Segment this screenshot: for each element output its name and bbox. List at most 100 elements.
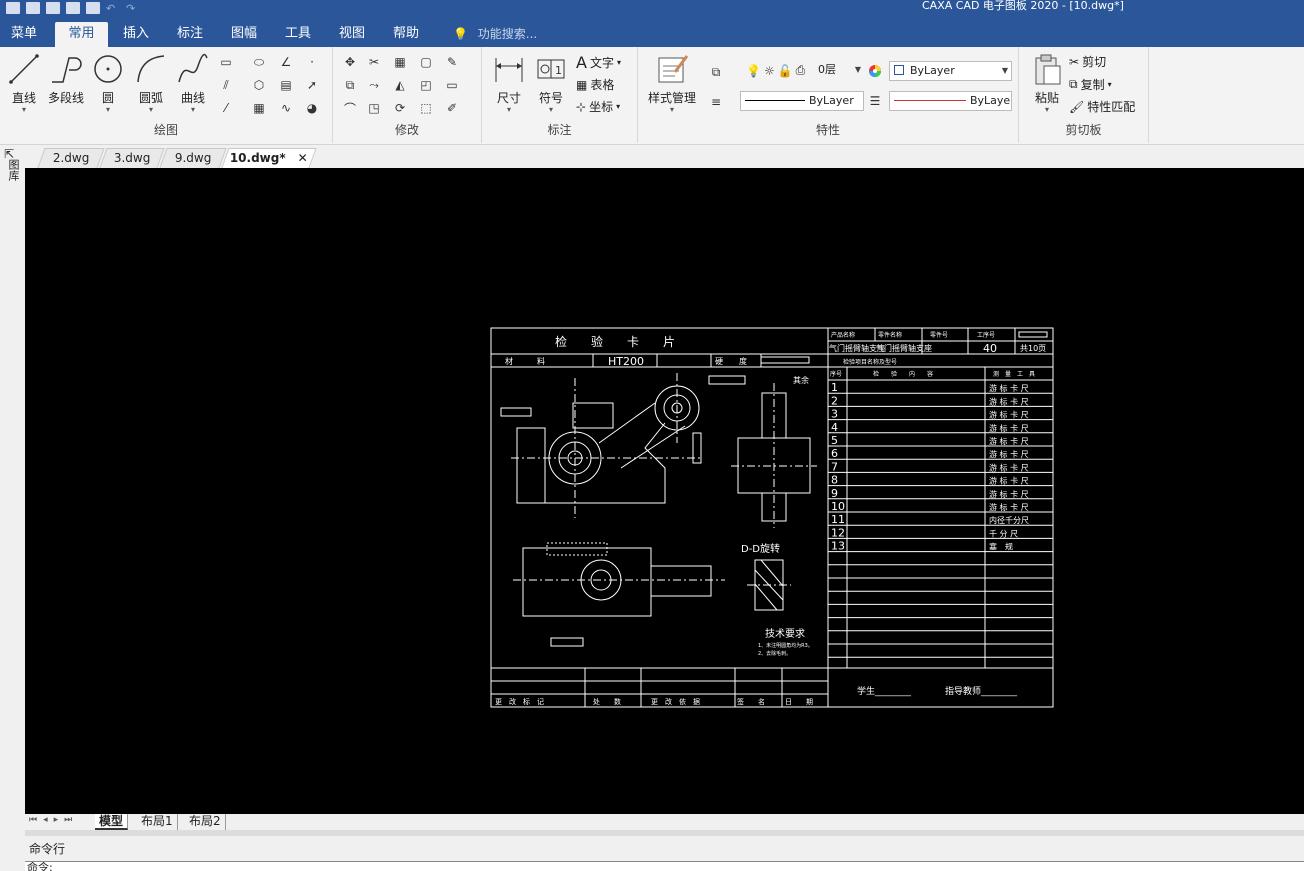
explode-icon[interactable]: ⬚	[417, 99, 435, 117]
redo-icon[interactable]: ↷	[126, 2, 140, 15]
style-manager-button[interactable]: 样式管理 ▾	[644, 51, 700, 114]
coordinate-button[interactable]: ⊹ 坐标 ▾	[576, 98, 620, 115]
tab-model[interactable]: 模型	[95, 814, 129, 830]
row-tool: 游 标 卡 尺	[989, 476, 1029, 486]
match-properties-button[interactable]: 🖌 特性匹配	[1069, 98, 1135, 115]
lineweight-preview	[894, 100, 966, 101]
arrow-icon[interactable]: ➚	[303, 76, 321, 94]
curve-label: 曲线	[180, 91, 205, 105]
layer-manager-icon[interactable]: ⧉	[707, 63, 725, 81]
line-button[interactable]: 直线 ▾	[2, 51, 46, 114]
mirror-icon[interactable]: ◭	[391, 76, 409, 94]
color-select[interactable]: ByLayer ▼	[889, 61, 1012, 81]
centerline-icon[interactable]: ⁄	[217, 99, 235, 117]
angle-line-icon[interactable]: ∠	[277, 53, 295, 71]
fillet-icon[interactable]: ⌒	[341, 99, 359, 117]
lineweight-menu-icon[interactable]: ≡	[707, 93, 725, 111]
student-sign: 学生________	[857, 685, 912, 697]
library-label: 图库	[7, 159, 20, 181]
library-strip[interactable]: ⇱ 图库	[0, 145, 25, 815]
tab-help[interactable]: 帮助	[382, 22, 430, 47]
hatch-icon[interactable]: ▤	[277, 76, 295, 94]
text-label: 文字	[589, 56, 614, 70]
layout-nav-arrows[interactable]: ⏮◂▸⏭	[29, 815, 78, 825]
offset-icon[interactable]: ▢	[417, 53, 435, 71]
save-as-icon[interactable]	[66, 2, 80, 14]
sphere-icon[interactable]: ◕	[303, 99, 321, 117]
tab-doc-3[interactable]: 3.dwg	[99, 148, 165, 168]
point-icon[interactable]: ·	[303, 53, 321, 71]
arc-label: 圆弧	[138, 91, 163, 105]
tab-doc-9[interactable]: 9.dwg	[159, 148, 227, 168]
extend-icon[interactable]: ⤳	[365, 76, 383, 94]
row-number: 3	[831, 408, 838, 421]
new-file-icon[interactable]	[6, 2, 20, 14]
lineweight-select[interactable]: ByLaye	[889, 91, 1012, 111]
open-file-icon[interactable]	[26, 2, 40, 14]
brush-icon[interactable]: ✎	[443, 53, 461, 71]
tab-annotate[interactable]: 标注	[166, 22, 214, 47]
color-wheel-icon[interactable]	[866, 62, 884, 80]
drawing-canvas[interactable]: 检 验 卡 片 材 料 HT200 硬 度 产品名称 零件名称 零件号 工序号 …	[25, 168, 1304, 814]
parallel-line-icon[interactable]: ⫽	[217, 76, 235, 94]
save-icon[interactable]	[46, 2, 60, 14]
cut-label: 剪切	[1082, 55, 1107, 69]
curve-button[interactable]: 曲线 ▾	[171, 51, 215, 114]
edit-icon[interactable]: ✐	[443, 99, 461, 117]
chevron-down-icon: ▾	[21, 105, 26, 114]
scale-icon[interactable]: ◰	[417, 76, 435, 94]
symbol-icon: 1	[533, 51, 569, 87]
tab-layout1[interactable]: 布局1	[137, 814, 178, 830]
cut-button[interactable]: ✂ 剪切	[1069, 53, 1106, 70]
tab-menu[interactable]: 菜单	[0, 22, 48, 47]
tab-doc-10[interactable]: 10.dwg* ✕	[221, 148, 317, 168]
print-icon[interactable]	[86, 2, 100, 14]
linetype-select[interactable]: ByLayer	[740, 91, 864, 111]
copy-button[interactable]: ⧉ 复制 ▾	[1069, 76, 1112, 93]
chevron-down-icon: ▼	[1001, 66, 1008, 75]
rotate-icon[interactable]: ⟳	[391, 99, 409, 117]
tab-insert[interactable]: 插入	[112, 22, 160, 47]
layer-select[interactable]: 0层 ▼	[816, 61, 864, 81]
spline-icon[interactable]: ∿	[277, 99, 295, 117]
arc-button[interactable]: 圆弧 ▾	[129, 51, 173, 114]
row-number: 6	[831, 447, 838, 460]
command-input[interactable]: 命令:	[25, 861, 1304, 871]
copy-object-icon[interactable]: ⧉	[341, 76, 359, 94]
polyline-button[interactable]: 多段线	[44, 51, 88, 106]
col-tool: 测 量 工 具	[993, 370, 1035, 378]
fill-icon[interactable]: ▦	[250, 99, 268, 117]
polygon-icon[interactable]: ⬡	[250, 76, 268, 94]
linetype-preview	[745, 100, 805, 101]
break-icon[interactable]: ▭	[443, 76, 461, 94]
tab-common[interactable]: 常用	[55, 22, 108, 47]
copy-label: 复制	[1080, 78, 1105, 92]
ellipse-icon[interactable]: ⬭	[250, 53, 268, 71]
text-button[interactable]: A 文字 ▾	[576, 53, 621, 72]
tab-tools[interactable]: 工具	[274, 22, 322, 47]
row-tool: 塞 规	[989, 542, 1013, 552]
rectangle-icon[interactable]: ▭	[217, 53, 235, 71]
move-icon[interactable]: ✥	[341, 53, 359, 71]
trim-icon[interactable]: ✂	[365, 53, 383, 71]
circle-button[interactable]: 圆 ▾	[86, 51, 130, 114]
dimension-button[interactable]: 尺寸 ▾	[487, 51, 531, 114]
table-button[interactable]: ▦ 表格	[576, 76, 614, 93]
function-search[interactable]: 💡 功能搜索...	[453, 22, 537, 46]
ribbon: 直线 ▾ 多段线 圆 ▾ 圆弧 ▾ 曲线 ▾ ▭ ⬭ ∠ · ⫽ ⬡ ▤ ➚ ⁄	[0, 47, 1304, 145]
paste-button[interactable]: 粘贴 ▾	[1025, 51, 1069, 114]
tab-doc-2[interactable]: 2.dwg	[37, 148, 105, 168]
curve-icon	[175, 51, 211, 87]
tab-sheet[interactable]: 图幅	[220, 22, 268, 47]
close-icon[interactable]: ✕	[298, 151, 308, 165]
tab-view[interactable]: 视图	[328, 22, 376, 47]
array-icon[interactable]: ▦	[391, 53, 409, 71]
header-part: 零件名称	[878, 331, 902, 339]
undo-icon[interactable]: ↶	[106, 2, 120, 15]
symbol-button[interactable]: 1 符号 ▾	[529, 51, 573, 114]
stretch-icon[interactable]: ◳	[365, 99, 383, 117]
tab-layout2[interactable]: 布局2	[185, 814, 226, 830]
arc-icon	[133, 51, 169, 87]
color-value: ByLayer	[910, 64, 955, 77]
lineweight-icon[interactable]: ☰	[866, 92, 884, 110]
